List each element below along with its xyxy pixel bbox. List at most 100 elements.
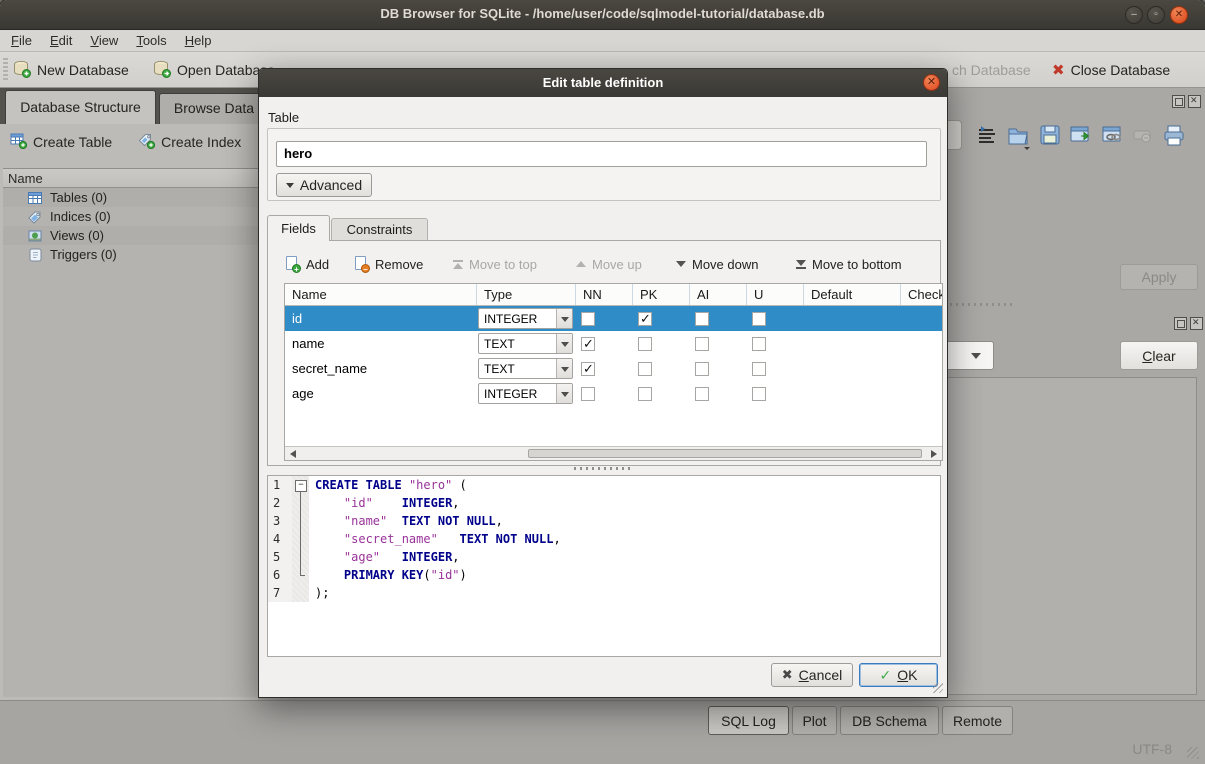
dock-close-icon[interactable] xyxy=(1190,317,1203,330)
header-u[interactable]: U xyxy=(747,284,804,305)
dock-float-icon[interactable] xyxy=(1172,95,1185,108)
dialog-resize-grip[interactable] xyxy=(933,683,943,693)
header-check[interactable]: Check xyxy=(901,284,942,305)
field-type-select[interactable]: TEXT xyxy=(478,333,573,354)
fold-margin[interactable] xyxy=(292,476,309,494)
tab-remote[interactable]: Remote xyxy=(942,706,1013,735)
fold-margin[interactable] xyxy=(292,494,309,512)
advanced-button[interactable]: Advanced xyxy=(276,173,372,197)
field-row-secret_name[interactable]: secret_nameTEXT xyxy=(285,356,942,381)
header-nn[interactable]: NN xyxy=(576,284,633,305)
field-row-id[interactable]: idINTEGER xyxy=(285,306,942,331)
fold-margin[interactable] xyxy=(292,512,309,530)
ai-checkbox[interactable] xyxy=(695,387,709,401)
filter-combobox-fragment[interactable] xyxy=(946,341,994,370)
tab-db-schema[interactable]: DB Schema xyxy=(840,706,939,735)
save-file-icon[interactable] xyxy=(1038,123,1064,151)
header-ai[interactable]: AI xyxy=(690,284,747,305)
field-type-select[interactable]: INTEGER xyxy=(478,308,573,329)
nn-checkbox[interactable] xyxy=(581,312,595,326)
field-name-cell[interactable]: age xyxy=(285,386,477,401)
fold-margin[interactable] xyxy=(292,530,309,548)
u-checkbox[interactable] xyxy=(752,312,766,326)
tab-plot[interactable]: Plot xyxy=(792,706,837,735)
field-row-age[interactable]: ageINTEGER xyxy=(285,381,942,406)
ok-button[interactable]: ✓ OK xyxy=(859,663,938,687)
u-checkbox[interactable] xyxy=(752,387,766,401)
tab-browse-data[interactable]: Browse Data xyxy=(159,93,269,124)
tree-item-triggers[interactable]: Triggers (0) xyxy=(3,245,258,264)
print-icon[interactable] xyxy=(1162,123,1188,151)
pk-checkbox[interactable] xyxy=(638,337,652,351)
field-type-select[interactable]: TEXT xyxy=(478,358,573,379)
field-name-cell[interactable]: secret_name xyxy=(285,361,477,376)
tab-fields[interactable]: Fields xyxy=(267,215,330,241)
ai-checkbox[interactable] xyxy=(695,337,709,351)
move-down-button[interactable]: Move down xyxy=(676,252,758,276)
create-index-button[interactable]: Create Index xyxy=(138,132,241,152)
menu-help[interactable]: Help xyxy=(176,30,221,48)
header-type[interactable]: Type xyxy=(477,284,576,305)
create-table-button[interactable]: Create Table xyxy=(10,132,112,152)
dialog-close-button[interactable]: ✕ xyxy=(923,74,940,91)
field-type-select[interactable]: INTEGER xyxy=(478,383,573,404)
tree-item-indices[interactable]: Indices (0) xyxy=(3,207,258,226)
tab-constraints[interactable]: Constraints xyxy=(331,218,428,241)
scrollbar-handle[interactable] xyxy=(528,449,922,458)
move-to-bottom-button[interactable]: Move to bottom xyxy=(796,252,902,276)
dialog-splitter-handle[interactable] xyxy=(574,467,634,470)
nn-checkbox[interactable] xyxy=(581,387,595,401)
link-icon[interactable] xyxy=(1101,123,1127,151)
scroll-left-icon[interactable] xyxy=(290,450,296,458)
tab-database-structure[interactable]: Database Structure xyxy=(5,90,156,124)
tab-sql-log[interactable]: SQL Log xyxy=(708,706,789,735)
dock-close-icon[interactable] xyxy=(1188,95,1201,108)
clear-button[interactable]: Clear xyxy=(1120,341,1198,370)
header-name[interactable]: Name xyxy=(285,284,477,305)
menu-tools[interactable]: Tools xyxy=(127,30,175,48)
u-checkbox[interactable] xyxy=(752,337,766,351)
maximize-button[interactable]: ▫ xyxy=(1147,6,1165,24)
field-name-cell[interactable]: id xyxy=(285,311,477,326)
minimize-button[interactable]: – xyxy=(1125,6,1143,24)
add-field-button[interactable]: + Add xyxy=(285,252,329,276)
menu-view[interactable]: View xyxy=(81,30,127,48)
pk-checkbox[interactable] xyxy=(638,387,652,401)
scroll-right-icon[interactable] xyxy=(931,450,937,458)
window-resize-grip[interactable] xyxy=(1187,747,1199,759)
field-name-cell[interactable]: name xyxy=(285,336,477,351)
grid-horizontal-scrollbar[interactable] xyxy=(285,446,942,460)
pk-checkbox[interactable] xyxy=(638,362,652,376)
dialog-titlebar[interactable]: Edit table definition ✕ xyxy=(259,69,947,97)
open-file-icon[interactable] xyxy=(1006,123,1032,151)
sql-preview[interactable]: 1CREATE TABLE "hero" (2 "id" INTEGER,3 "… xyxy=(267,475,941,657)
menu-edit[interactable]: Edit xyxy=(41,30,81,48)
format-icon[interactable] xyxy=(975,123,1001,151)
nn-checkbox[interactable] xyxy=(581,362,595,376)
u-checkbox[interactable] xyxy=(752,362,766,376)
dock-float-icon[interactable] xyxy=(1174,317,1187,330)
menu-file[interactable]: File xyxy=(2,30,41,48)
toolbar-drag-handle[interactable] xyxy=(3,58,8,82)
close-window-button[interactable]: ✕ xyxy=(1170,6,1188,24)
header-default[interactable]: Default xyxy=(804,284,901,305)
tree-item-views[interactable]: Views (0) xyxy=(3,226,258,245)
table-name-input[interactable]: hero xyxy=(276,141,927,167)
fold-margin[interactable] xyxy=(292,548,309,566)
fold-margin[interactable] xyxy=(292,566,309,584)
tree-item-tables[interactable]: Tables (0) xyxy=(3,188,258,207)
pk-checkbox[interactable] xyxy=(638,312,652,326)
ai-checkbox[interactable] xyxy=(695,312,709,326)
fold-margin[interactable] xyxy=(292,584,309,602)
dock-splitter-handle[interactable] xyxy=(950,303,1014,306)
close-database-button[interactable]: ✖ Close Database xyxy=(1052,57,1170,83)
ai-checkbox[interactable] xyxy=(695,362,709,376)
open-database-button[interactable]: Open Database xyxy=(152,57,275,83)
nn-checkbox[interactable] xyxy=(581,337,595,351)
cancel-button[interactable]: ✖ Cancel xyxy=(771,663,853,687)
header-pk[interactable]: PK xyxy=(633,284,690,305)
remove-field-button[interactable]: – Remove xyxy=(354,252,423,276)
field-row-name[interactable]: nameTEXT xyxy=(285,331,942,356)
execute-icon[interactable] xyxy=(1069,123,1095,151)
new-database-button[interactable]: New Database xyxy=(12,57,129,83)
